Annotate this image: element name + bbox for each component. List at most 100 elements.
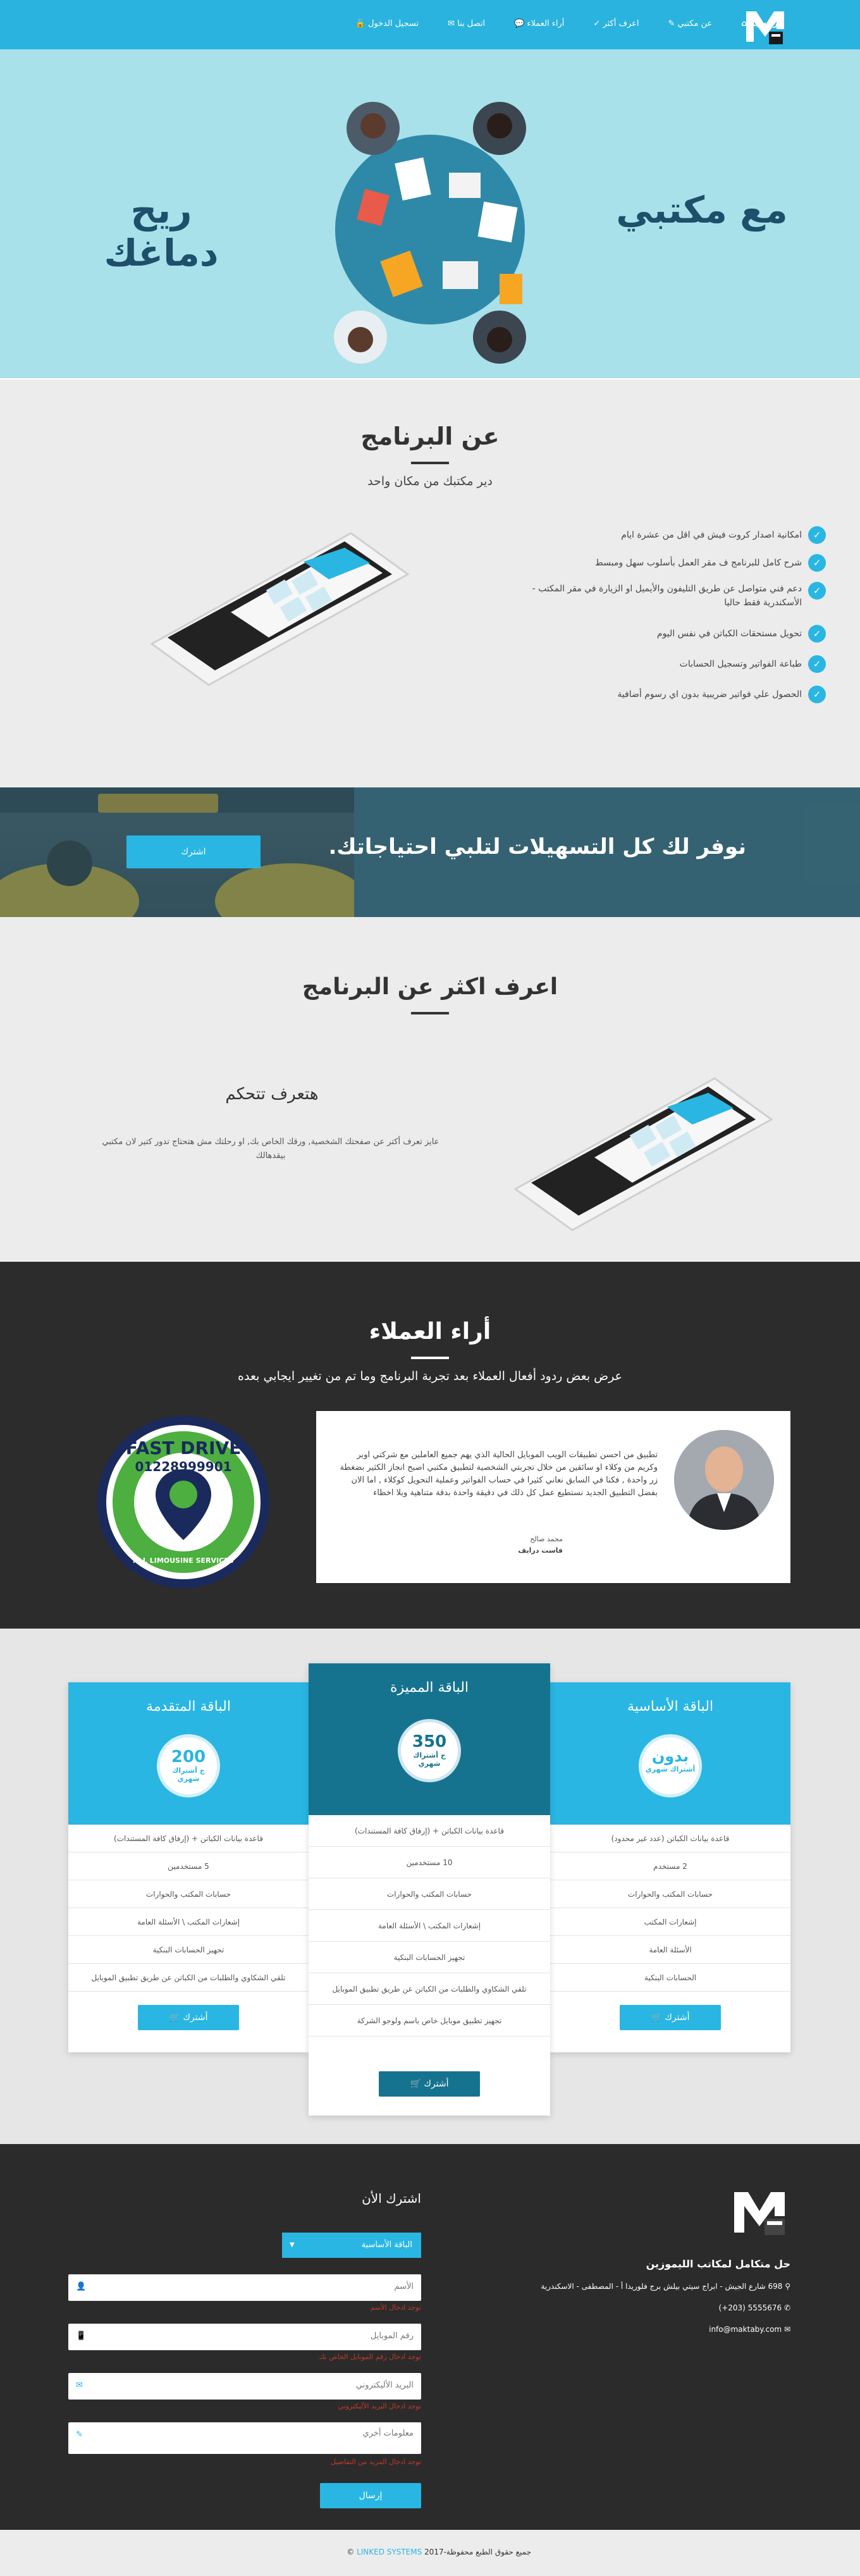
hero-title-right: مع مكتبي — [616, 188, 788, 231]
plan-subscribe-button[interactable]: 🛒 أشترك — [620, 2005, 721, 2030]
learn-more-section: اعرف اكثر عن البرنامج هتعرف تتحكم عايز ت… — [0, 917, 860, 1262]
top-navbar: ⌂ الرئيسية ✎ عن مكتبي ✓ اعرف أكثر 💬 أراء… — [0, 0, 860, 49]
home-icon: ⌂ — [741, 19, 750, 28]
map-marker-icon: ⚲ — [782, 2282, 790, 2291]
copyright-bar: جميع حقوق الطبع محفوظة-LINKED SYSTEMS 20… — [0, 2530, 860, 2576]
plan-feature: تجهيز تطبيق موبايل خاص باسم ولوجو الشركة — [309, 2005, 550, 2037]
check-circle-icon: ✓ — [808, 686, 826, 703]
nav-item-home[interactable]: ⌂ الرئيسية — [741, 19, 784, 28]
title-divider — [411, 1357, 449, 1359]
footer-phone: ✆ (+203) 5555676 — [718, 2303, 790, 2312]
nav-item-testimonials[interactable]: 💬 أراء العملاء — [514, 19, 564, 28]
phone-mockup — [142, 524, 421, 688]
comments-icon: 💬 — [514, 19, 527, 28]
plan-feature: تلقي الشكاوي والطلبات من الكباتن عن طريق… — [309, 1973, 550, 2005]
plan-feature: قاعدة بيانات الكباتن + (إرفاق كافة المست… — [68, 1825, 309, 1852]
check-circle-icon: ✓ — [808, 655, 826, 673]
info-error: توجد ادخال المزيد من التفاصيل — [331, 2458, 421, 2466]
learn-subheading: هتعرف تتحكم — [225, 1085, 319, 1104]
cart-icon: 🛒 — [651, 2012, 665, 2023]
plan-feature: 2 مستخدم — [550, 1852, 790, 1880]
pricing-section: الباقة الأساسية بدون أشتراك شهري قاعدة ب… — [0, 1629, 860, 2144]
author-avatar — [674, 1430, 774, 1530]
client-logo-phone: 01228999901 — [135, 1459, 232, 1474]
learn-title: اعرف اكثر عن البرنامج — [302, 974, 558, 1000]
pencil-icon: ✎ — [668, 19, 678, 28]
author-name: محمد صالح — [530, 1535, 563, 1543]
client-logo: FAST DRIVE 01228999901 ALL LIMOUSINE SER… — [95, 1414, 272, 1591]
check-circle-icon: ✓ — [808, 554, 826, 572]
plan-feature: 5 مستخدمين — [68, 1852, 309, 1880]
hero-section: مع مكتبي ريح دماغك — [0, 49, 860, 378]
cart-icon: 🛒 — [410, 2079, 424, 2089]
about-section: عن البرنامج دير مكتبك من مكان واحد ✓ امكا… — [0, 379, 860, 787]
plan-feature: قاعدة بيانات الكباتن + (إرفاق كافة المست… — [309, 1815, 550, 1847]
mobile-input[interactable]: رقم الموبايل 📱 — [68, 2324, 421, 2350]
price-circle: 200 ج أشتراك شهري — [157, 1734, 220, 1797]
plan-period: ج أشتراك شهري — [413, 1751, 446, 1768]
feature-item: ✓ طباعة الفواتير وتسجيل الحسابات — [506, 655, 826, 686]
nav-item-contact[interactable]: ✉ اتصل بنا — [448, 19, 485, 28]
client-logo-bottom-text: ALL LIMOUSINE SERVICES — [133, 1556, 234, 1565]
feature-item: ✓ شرح كامل للبرنامج ف مقر العمل بأسلوب سه… — [506, 554, 826, 582]
feature-item: ✓ تحويل مستحقات الكباتن في نفس اليوم — [506, 625, 826, 655]
footer-email[interactable]: ✉ info@maktaby.com — [506, 2325, 790, 2334]
plan-feature: إشعارات المكتب \ الأسئلة العامة — [309, 1910, 550, 1942]
plan-feature: قاعدة بيانات الكباتن (عدد غير محدود) — [550, 1825, 790, 1852]
name-error: توجد ادخال الأسم — [370, 2303, 421, 2312]
testimonials-subtitle: عرض بعض ردود أفعال العملاء بعد تجربة الب… — [238, 1369, 622, 1383]
plan-subscribe-button[interactable]: 🛒 أشترك — [138, 2005, 239, 2030]
plan-feature: الحسابات البنكية — [550, 1964, 790, 1992]
title-divider — [411, 462, 449, 464]
plan-feature: تلقي الشكاوي والطلبات من الكباتن عن طريق… — [68, 1964, 309, 1992]
feature-item: ✓ امكانية اصدار كروت فيش في اقل من عشرة ا… — [506, 526, 826, 554]
footer-brand: حل متكامل لمكاتب الليموزين — [646, 2258, 790, 2270]
plan-card-basic: الباقة الأساسية بدون أشتراك شهري قاعدة ب… — [550, 1682, 790, 2052]
plan-price: 200 — [171, 1747, 206, 1766]
plan-header: الباقة المميزة 350 ج أشتراك شهري — [309, 1663, 550, 1815]
info-textarea[interactable]: معلومات أخري ✎ — [68, 2422, 421, 2454]
nav-item-learn-more[interactable]: ✓ اعرف أكثر — [593, 19, 639, 28]
testimonial-card: تطبيق من احسن تطبيقات الويب الموبايل الح… — [316, 1411, 790, 1583]
mobile-error: توجد ادخال رقم الموبايل الخاص بك — [319, 2353, 421, 2361]
plan-name: الباقة المتقدمة — [146, 1699, 231, 1715]
testimonials-title: أراء العملاء — [369, 1319, 491, 1345]
plan-feature: 10 مستخدمين — [309, 1847, 550, 1878]
plan-header: الباقة الأساسية بدون أشتراك شهري — [550, 1682, 790, 1825]
plan-price: بدون — [651, 1747, 689, 1765]
copyright-text: جميع حقوق الطبع محفوظة-LINKED SYSTEMS 20… — [347, 2548, 531, 2556]
footer-logo — [730, 2182, 789, 2238]
banner-heading: نوفر لك كل التسهيلات لتلبي احتياجاتك. — [328, 834, 746, 860]
email-input[interactable]: البريد الأليكتروني ✉ — [68, 2373, 421, 2400]
cart-icon: 🛒 — [169, 2012, 183, 2023]
testimonial-quote: تطبيق من احسن تطبيقات الويب الموبايل الح… — [340, 1450, 658, 1498]
footer-section: حل متكامل لمكاتب الليموزين ⚲ 698 شارع ال… — [0, 2144, 860, 2530]
plan-subscribe-button[interactable]: 🛒 أشترك — [379, 2071, 480, 2097]
submit-button[interactable]: إرسال — [320, 2483, 421, 2508]
plan-period: أشتراك شهري — [645, 1765, 696, 1773]
nav-links: ⌂ الرئيسية ✎ عن مكتبي ✓ اعرف أكثر 💬 أراء… — [355, 19, 784, 28]
plan-period: ج أشتراك شهري — [172, 1766, 205, 1783]
price-circle: بدون أشتراك شهري — [639, 1734, 702, 1797]
plan-name: الباقة المميزة — [390, 1680, 469, 1696]
check-circle-icon: ✓ — [808, 625, 826, 643]
name-input[interactable]: الأسم 👤 — [68, 2274, 421, 2301]
plan-feature: الأسئلة العامة — [550, 1936, 790, 1964]
banner-subscribe-button[interactable]: اشترك — [126, 835, 261, 868]
feature-item: ✓ دعم فني متواصل عن طريق التليفون والأيمي… — [506, 582, 826, 625]
phone-mockup — [506, 1069, 784, 1233]
plan-card-featured: الباقة المميزة 350 ج أشتراك شهري قاعدة ب… — [309, 1663, 550, 2116]
nav-item-login[interactable]: 🔒 تسجيل الدخول — [355, 19, 419, 28]
author-company: فاست درايف — [518, 1546, 563, 1555]
plan-select[interactable]: الباقة الأساسية ▼ — [282, 2233, 421, 2258]
check-circle-icon: ✓ — [808, 582, 826, 600]
plan-feature: حسابات المكتب والحوارات — [550, 1880, 790, 1908]
plan-feature: حسابات المكتب والحوارات — [309, 1878, 550, 1910]
nav-item-about[interactable]: ✎ عن مكتبي — [668, 19, 712, 28]
company-link[interactable]: LINKED SYSTEMS — [357, 2548, 422, 2556]
learn-text-1: عايز تعرف أكتر عن صفحتك الشخصية, ورقك ال… — [102, 1137, 439, 1147]
lock-icon: 🔒 — [355, 19, 368, 28]
price-circle: 350 ج أشتراك شهري — [398, 1719, 461, 1782]
phone-icon: ✆ — [782, 2303, 790, 2312]
plan-feature: تجهيز الحسابات البنكية — [309, 1942, 550, 1973]
